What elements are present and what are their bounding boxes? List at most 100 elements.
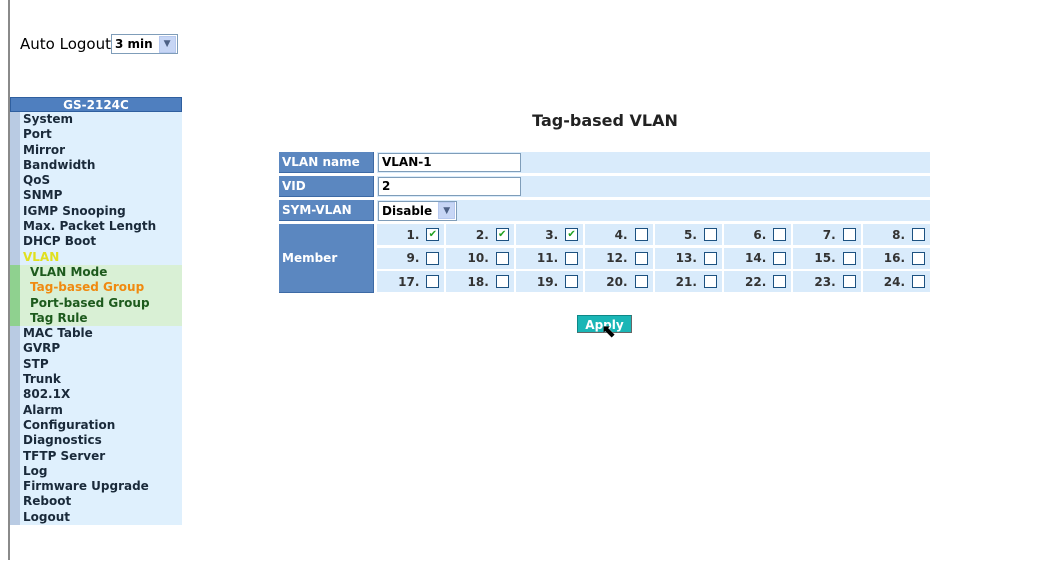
member-port-7: 7.: [793, 224, 861, 245]
sidebar-item-mac-table[interactable]: MAC Table: [10, 326, 182, 342]
member-port-3: 3. ✔: [515, 224, 584, 245]
sidebar-item-port[interactable]: Port: [10, 127, 182, 143]
sidebar-item-gvrp[interactable]: GVRP: [10, 341, 182, 357]
port-number: 16: [883, 251, 901, 266]
chevron-down-icon: ▼: [158, 35, 176, 53]
port-checkbox[interactable]: ✔: [426, 228, 440, 241]
port-checkbox[interactable]: [426, 275, 440, 289]
sidebar-item-reboot[interactable]: Reboot: [10, 494, 182, 510]
member-port-24: 24.: [862, 271, 930, 293]
port-checkbox[interactable]: [634, 251, 648, 265]
sidebar-item-label: Trunk: [23, 372, 61, 387]
port-checkbox[interactable]: [565, 251, 579, 265]
port-checkbox[interactable]: ✔: [565, 228, 579, 241]
port-number: 12: [606, 251, 623, 266]
sidebar-item-label: SNMP: [23, 188, 63, 203]
port-number: 22: [744, 274, 762, 289]
port-checkbox[interactable]: [634, 275, 648, 289]
sidebar-item-802-1x[interactable]: 802.1X: [10, 387, 182, 403]
port-checkbox[interactable]: [773, 275, 787, 289]
sidebar-item-label: 802.1X: [23, 387, 71, 402]
sidebar-marker: [10, 402, 20, 418]
port-checkbox[interactable]: [703, 275, 717, 289]
auto-logout-select[interactable]: 3 min ▼: [110, 34, 178, 54]
sidebar-item-vlan-mode[interactable]: VLAN Mode: [10, 264, 182, 281]
sidebar-item-max-packet-length[interactable]: Max. Packet Length: [10, 219, 182, 235]
sidebar-item-mirror[interactable]: Mirror: [10, 142, 182, 158]
member-port-8: 8.: [862, 224, 930, 245]
vid-input[interactable]: 2: [378, 177, 521, 196]
sidebar-item-alarm[interactable]: Alarm: [10, 402, 182, 418]
member-port-11: 11.: [515, 247, 584, 269]
port-checkbox[interactable]: [912, 251, 925, 265]
member-port-1: 1. ✔: [377, 224, 445, 245]
sidebar-title: GS-2124C: [10, 97, 182, 112]
port-number: 23: [814, 274, 832, 289]
sidebar-item-tag-based-group[interactable]: Tag-based Group: [10, 280, 182, 296]
port-checkbox[interactable]: [565, 275, 579, 289]
port-checkbox[interactable]: [495, 275, 509, 289]
port-number: 2: [475, 227, 485, 242]
sidebar-item-snmp[interactable]: SNMP: [10, 188, 182, 204]
port-checkbox[interactable]: ✔: [495, 228, 509, 241]
sidebar-item-label: TFTP Server: [23, 448, 106, 463]
sidebar-marker: [10, 341, 20, 357]
member-port-20: 20.: [585, 271, 653, 293]
sidebar-item-stp[interactable]: STP: [10, 356, 182, 373]
sidebar-marker: [10, 494, 20, 510]
sidebar-marker: [10, 127, 20, 143]
sidebar-item-logout[interactable]: Logout: [10, 509, 182, 526]
member-port-21: 21.: [654, 271, 722, 293]
port-checkbox[interactable]: [634, 228, 648, 241]
sidebar-item-label: Tag Rule: [30, 310, 88, 325]
port-number: 19: [536, 274, 554, 289]
sidebar-item-trunk[interactable]: Trunk: [10, 372, 182, 388]
port-checkbox[interactable]: [842, 275, 856, 289]
sidebar-marker: [10, 249, 20, 265]
sidebar-marker: [10, 433, 20, 449]
sidebar-item-tag-rule[interactable]: Tag Rule: [10, 310, 182, 327]
sidebar-item-firmware-upgrade[interactable]: Firmware Upgrade: [10, 479, 182, 495]
member-port-19: 19.: [515, 271, 584, 293]
member-port-6: 6.: [723, 224, 792, 245]
sidebar-item-configuration[interactable]: Configuration: [10, 417, 182, 434]
port-checkbox[interactable]: [842, 251, 856, 265]
member-grid: 1. ✔ 2. ✔ 3. ✔ 4. 5. 6. 7. 8. 9. 10. 11. 12. 13. 14. 15. 1…: [377, 224, 930, 293]
sidebar-item-log[interactable]: Log: [10, 463, 182, 480]
member-port-10: 10.: [446, 247, 514, 269]
sidebar-item-system[interactable]: System: [10, 112, 182, 128]
sidebar-item-diagnostics[interactable]: Diagnostics: [10, 433, 182, 449]
sidebar-marker: [10, 326, 20, 342]
port-checkbox[interactable]: [912, 275, 925, 289]
port-number: 3: [545, 227, 554, 242]
sidebar-item-bandwidth[interactable]: Bandwidth: [10, 157, 182, 174]
port-number: 4: [614, 227, 623, 242]
port-checkbox[interactable]: [773, 251, 787, 265]
member-port-17: 17.: [377, 271, 445, 293]
port-checkbox[interactable]: [703, 251, 717, 265]
sidebar-item-port-based-group[interactable]: Port-based Group: [10, 295, 182, 311]
sidebar-marker: [10, 463, 20, 480]
port-number: 9: [406, 251, 415, 266]
sidebar-item-dhcp-boot[interactable]: DHCP Boot: [10, 234, 182, 250]
port-checkbox[interactable]: [495, 251, 509, 265]
sidebar-marker: [10, 264, 20, 281]
port-checkbox[interactable]: [912, 228, 925, 241]
sidebar: GS-2124C System Port Mirror Bandwidth QoS SNM…: [10, 97, 182, 526]
vlan-name-input[interactable]: VLAN-1: [378, 153, 521, 172]
sidebar-item-tftp-server[interactable]: TFTP Server: [10, 448, 182, 464]
port-checkbox[interactable]: [703, 228, 717, 241]
sidebar-item-qos[interactable]: QoS: [10, 173, 182, 189]
sidebar-item-label: Port-based Group: [30, 295, 150, 310]
port-checkbox[interactable]: [842, 228, 856, 241]
sidebar-marker: [10, 387, 20, 403]
sidebar-item-label: VLAN Mode: [30, 264, 108, 279]
sym-vlan-select[interactable]: Disable ▼: [378, 200, 458, 221]
sidebar-marker: [10, 280, 20, 296]
sidebar-item-igmp-snooping[interactable]: IGMP Snooping: [10, 203, 182, 220]
sidebar-item-label: Alarm: [23, 402, 63, 417]
sidebar-item-vlan[interactable]: VLAN: [10, 249, 182, 265]
sidebar-item-label: Bandwidth: [23, 157, 96, 172]
port-checkbox[interactable]: [773, 228, 787, 241]
port-checkbox[interactable]: [426, 251, 440, 265]
